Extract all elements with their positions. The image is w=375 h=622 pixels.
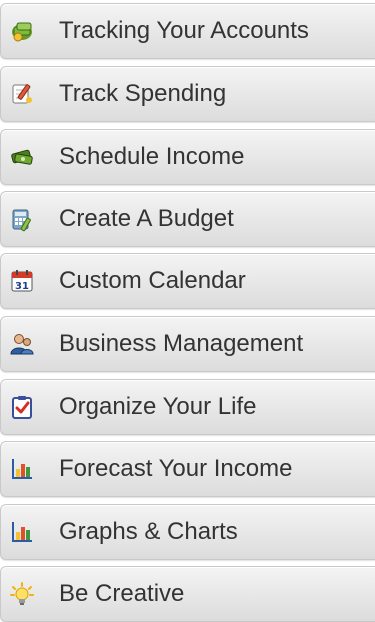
menu-item-label: Graphs & Charts: [59, 518, 238, 545]
menu-item-custom-calendar[interactable]: 31 Custom Calendar: [0, 253, 375, 309]
menu-item-graphs-and-charts[interactable]: Graphs & Charts: [0, 504, 375, 560]
notepad-pen-icon: [12, 84, 32, 104]
menu-item-label: Be Creative: [59, 580, 185, 607]
lightbulb-icon: [10, 582, 34, 605]
menu-item-create-a-budget[interactable]: Create A Budget: [0, 191, 375, 247]
menu-item-label: Track Spending: [59, 80, 227, 107]
menu-item-label: Organize Your Life: [59, 393, 257, 420]
menu-item-label: Business Management: [59, 330, 304, 357]
svg-text:31: 31: [15, 281, 29, 292]
menu-item-forecast-your-income[interactable]: Forecast Your Income: [0, 441, 375, 497]
feature-menu: Tracking Your Accounts Track Spending Sc…: [0, 0, 375, 622]
menu-item-tracking-your-accounts[interactable]: Tracking Your Accounts: [0, 3, 375, 59]
menu-item-business-management[interactable]: Business Management: [0, 316, 375, 372]
calculator-pencil-icon: [12, 209, 31, 232]
money-bills-icon: [11, 149, 33, 165]
money-stack-icon: [12, 22, 32, 42]
menu-item-label: Create A Budget: [59, 205, 234, 232]
menu-item-schedule-income[interactable]: Schedule Income: [0, 129, 375, 185]
checklist-clipboard-icon: [12, 396, 32, 419]
menu-item-label: Custom Calendar: [59, 267, 246, 294]
menu-item-label: Tracking Your Accounts: [59, 17, 309, 44]
business-user-icon: [10, 334, 34, 355]
menu-item-track-spending[interactable]: Track Spending: [0, 66, 375, 122]
bar-chart-icon: [12, 459, 32, 479]
menu-item-label: Schedule Income: [59, 143, 245, 170]
calendar-31-icon: 31: [11, 270, 33, 292]
bar-chart-icon: [12, 522, 32, 542]
menu-item-label: Forecast Your Income: [59, 455, 293, 482]
menu-item-organize-your-life[interactable]: Organize Your Life: [0, 379, 375, 435]
menu-item-be-creative[interactable]: Be Creative: [0, 566, 375, 622]
